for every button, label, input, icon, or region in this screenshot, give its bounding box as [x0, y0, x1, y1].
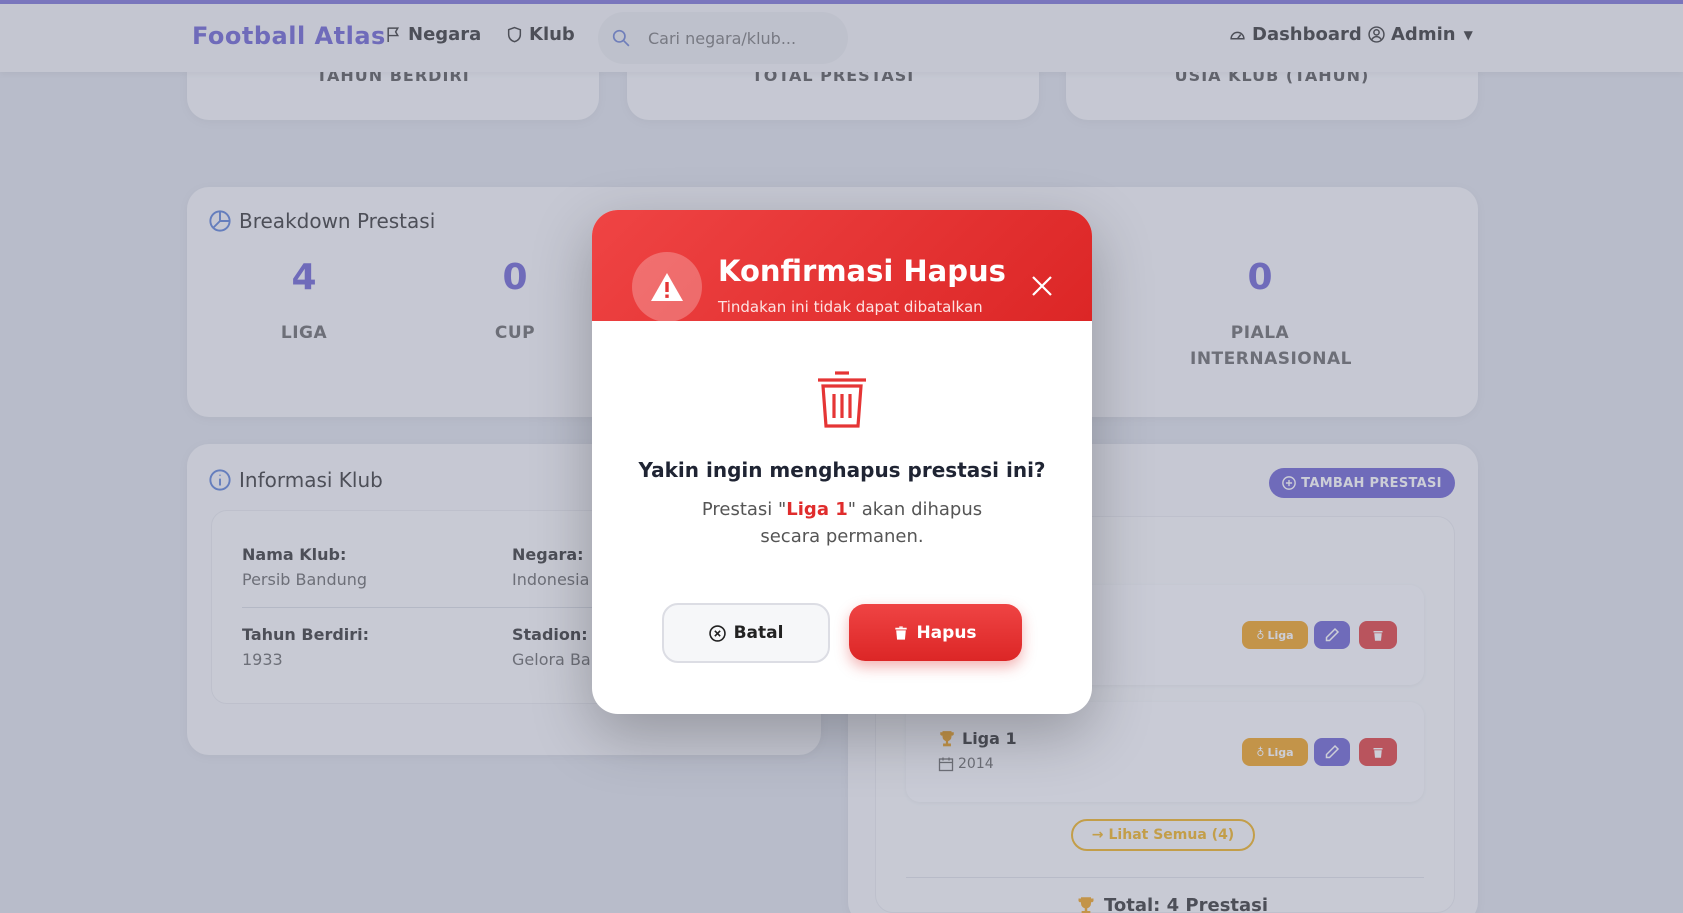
- modal-description: Prestasi "Liga 1" akan dihapus secara pe…: [672, 496, 1012, 550]
- trash-icon: [895, 625, 908, 640]
- delete-confirm-modal: Konfirmasi Hapus Tindakan ini tidak dapa…: [592, 210, 1092, 714]
- desc-prefix: Prestasi ": [701, 499, 787, 520]
- close-icon[interactable]: [1028, 272, 1056, 300]
- cancel-button[interactable]: Batal: [662, 603, 830, 663]
- modal-header: Konfirmasi Hapus Tindakan ini tidak dapa…: [592, 210, 1092, 322]
- cancel-label: Batal: [733, 623, 784, 643]
- trash-icon: [818, 371, 866, 428]
- warning-icon: [632, 252, 702, 322]
- delete-button[interactable]: Hapus: [849, 604, 1022, 661]
- delete-label: Hapus: [916, 622, 977, 643]
- x-circle-icon: [708, 624, 726, 642]
- modal-subtitle: Tindakan ini tidak dapat dibatalkan: [718, 298, 983, 316]
- modal-title: Konfirmasi Hapus: [718, 254, 1006, 288]
- modal-question: Yakin ingin menghapus prestasi ini?: [638, 458, 1046, 482]
- desc-item-name: Liga 1: [786, 499, 848, 520]
